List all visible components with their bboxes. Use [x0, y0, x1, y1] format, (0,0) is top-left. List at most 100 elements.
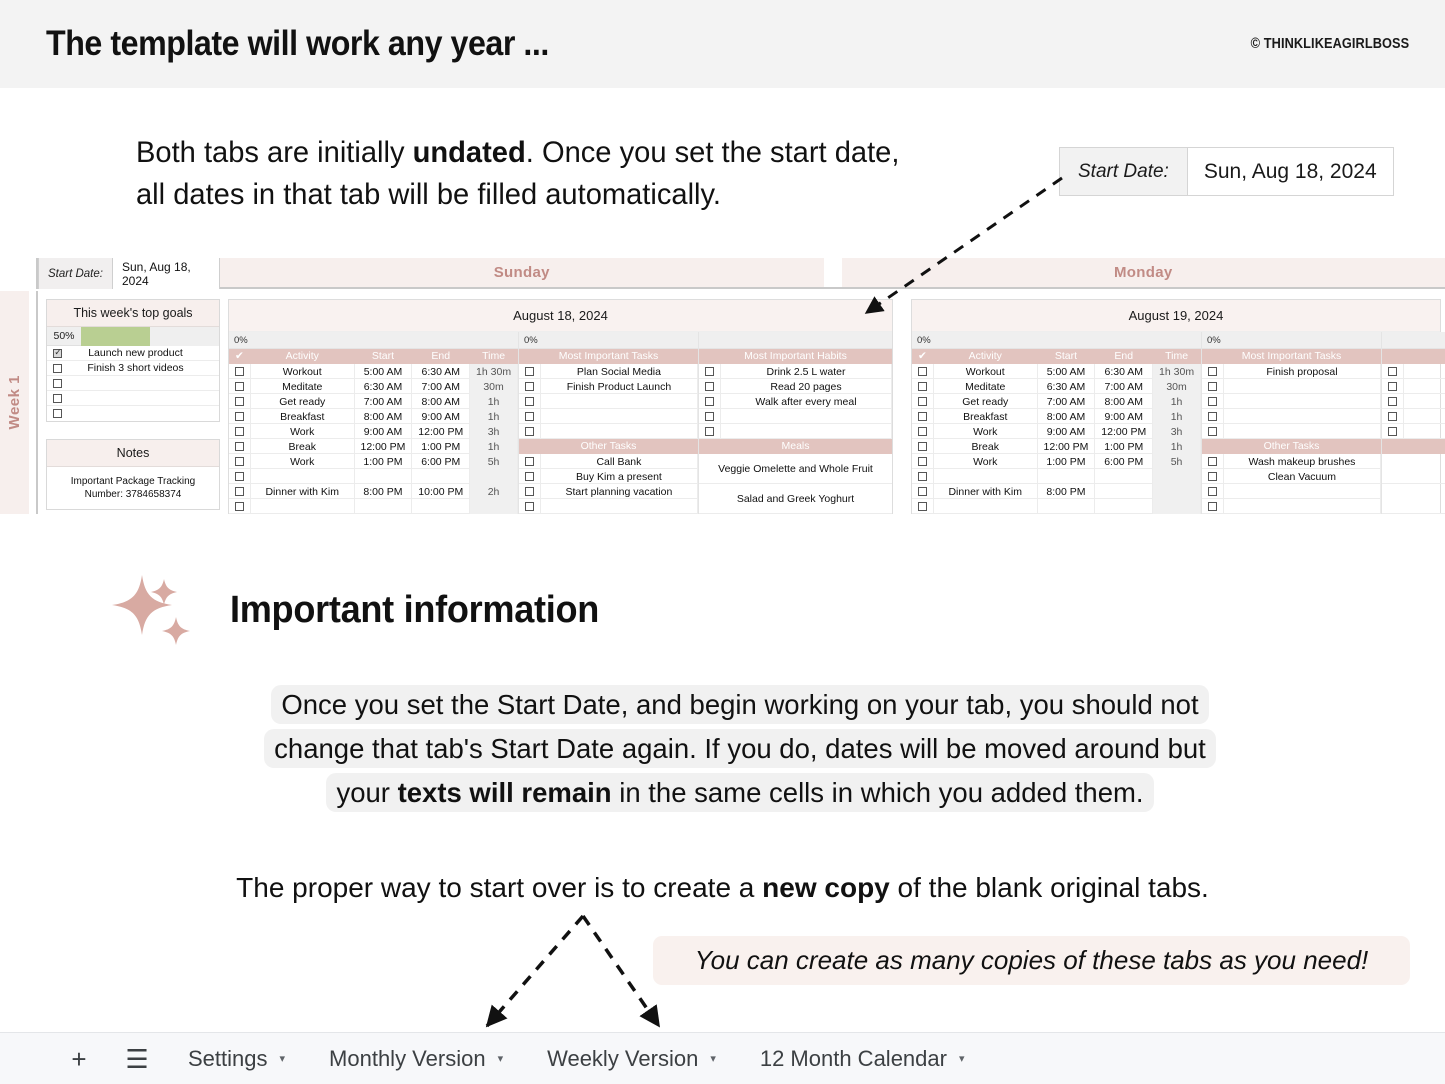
task-row[interactable]	[699, 424, 892, 439]
activity-name-cell[interactable]	[934, 499, 1038, 514]
activity-check-cell[interactable]	[912, 424, 934, 439]
activity-start-cell[interactable]: 8:00 PM	[1038, 484, 1096, 499]
task-check-cell[interactable]	[699, 394, 721, 409]
activity-row[interactable]: Breakfast 8:00 AM 9:00 AM 1h	[912, 409, 1201, 424]
activity-start-cell[interactable]: 8:00 AM	[355, 409, 413, 424]
activity-time-cell[interactable]: 1h	[470, 394, 518, 409]
checkbox-icon[interactable]	[234, 487, 244, 496]
meal-cell[interactable]: Salad and Greek Yoghurt	[699, 484, 892, 514]
other-task-cell[interactable]: Wash makeup brushes	[1224, 454, 1381, 469]
activity-name-cell[interactable]: Work	[934, 454, 1038, 469]
checkbox-icon[interactable]	[53, 393, 62, 403]
task-row[interactable]: Plan Social Media	[519, 364, 698, 379]
task-row[interactable]: Finish Product Launch	[519, 379, 698, 394]
task-check-cell[interactable]	[1382, 424, 1404, 439]
activity-start-cell[interactable]	[355, 499, 413, 514]
activity-time-cell[interactable]: 1h 30m	[1153, 364, 1201, 379]
goal-row[interactable]	[47, 406, 219, 421]
activity-name-cell[interactable]: Dinner with Kim	[251, 484, 355, 499]
activity-time-cell[interactable]: 1h	[470, 409, 518, 424]
activity-name-cell[interactable]	[934, 469, 1038, 484]
activity-name-cell[interactable]: Work	[251, 454, 355, 469]
task-check-cell[interactable]	[519, 409, 541, 424]
task-check-cell[interactable]	[1202, 454, 1224, 469]
task-check-cell[interactable]	[519, 484, 541, 499]
activity-check-cell[interactable]	[229, 379, 251, 394]
checkbox-icon[interactable]	[1207, 397, 1217, 406]
most-important-task-cell[interactable]	[541, 394, 698, 409]
activity-end-cell[interactable]: 6:00 PM	[1095, 454, 1154, 469]
activity-row[interactable]: Break 12:00 PM 1:00 PM 1h	[912, 439, 1201, 454]
task-check-cell[interactable]	[699, 424, 721, 439]
task-check-cell[interactable]	[1202, 484, 1224, 499]
habit-cell[interactable]: Drink 2.5 L water	[721, 364, 892, 379]
activity-time-cell[interactable]: 1h	[1153, 439, 1201, 454]
task-check-cell[interactable]	[1202, 499, 1224, 514]
task-check-cell[interactable]	[519, 394, 541, 409]
activity-name-cell[interactable]: Break	[934, 439, 1038, 454]
task-row[interactable]: Clean Vacuum	[1202, 469, 1381, 484]
activity-check-cell[interactable]	[229, 499, 251, 514]
activity-time-cell[interactable]	[470, 499, 518, 514]
meal-row[interactable]: Veggie O	[1382, 454, 1445, 484]
activity-time-cell[interactable]: 1h	[1153, 409, 1201, 424]
activity-name-cell[interactable]: Breakfast	[251, 409, 355, 424]
checkbox-icon[interactable]	[524, 412, 534, 421]
activity-start-cell[interactable]: 1:00 PM	[1038, 454, 1096, 469]
activity-start-cell[interactable]: 9:00 AM	[1038, 424, 1096, 439]
checkbox-icon[interactable]	[1207, 412, 1217, 421]
activity-row[interactable]: Workout 5:00 AM 6:30 AM 1h 30m	[229, 364, 518, 379]
checkbox-icon[interactable]	[1207, 487, 1217, 496]
activity-row[interactable]	[229, 499, 518, 514]
chevron-down-icon[interactable]: ▾	[498, 1052, 504, 1065]
activity-row[interactable]: Break 12:00 PM 1:00 PM 1h	[229, 439, 518, 454]
task-row[interactable]	[519, 499, 698, 514]
add-sheet-icon[interactable]: +	[50, 1046, 108, 1072]
other-task-cell[interactable]: Start planning vacation	[541, 484, 698, 499]
activity-time-cell[interactable]: 30m	[470, 379, 518, 394]
task-check-cell[interactable]	[1382, 409, 1404, 424]
task-check-cell[interactable]	[1202, 469, 1224, 484]
checkbox-icon[interactable]	[234, 367, 244, 376]
task-check-cell[interactable]	[1382, 394, 1404, 409]
task-check-cell[interactable]	[519, 499, 541, 514]
activity-end-cell[interactable]: 9:00 AM	[412, 409, 471, 424]
checkbox-icon[interactable]	[917, 442, 927, 451]
checkbox-icon[interactable]	[234, 427, 244, 436]
activity-time-cell[interactable]: 1h 30m	[470, 364, 518, 379]
checkbox-icon[interactable]	[705, 382, 714, 391]
activity-check-cell[interactable]	[229, 484, 251, 499]
checkbox-icon[interactable]	[917, 487, 927, 496]
checkbox-checked-icon[interactable]	[53, 347, 62, 358]
sheet-start-date-value[interactable]: Sun, Aug 18, 2024	[113, 258, 219, 289]
task-row[interactable]: Start planning vacation	[519, 484, 698, 499]
activity-start-cell[interactable]	[1038, 469, 1096, 484]
activity-start-cell[interactable]: 8:00 AM	[1038, 409, 1096, 424]
activity-name-cell[interactable]: Breakfast	[934, 409, 1038, 424]
activity-end-cell[interactable]: 8:00 AM	[412, 394, 471, 409]
checkbox-icon[interactable]	[917, 457, 927, 466]
activity-end-cell[interactable]: 6:30 AM	[412, 364, 471, 379]
activity-name-cell[interactable]: Get ready	[934, 394, 1038, 409]
other-task-cell[interactable]: Buy Kim a present	[541, 469, 698, 484]
activity-row[interactable]: Meditate 6:30 AM 7:00 AM 30m	[912, 379, 1201, 394]
activity-end-cell[interactable]: 7:00 AM	[1095, 379, 1154, 394]
activity-row[interactable]: Get ready 7:00 AM 8:00 AM 1h	[912, 394, 1201, 409]
checkbox-icon[interactable]	[234, 457, 244, 466]
goal-row[interactable]: Launch new product	[47, 346, 219, 361]
activity-start-cell[interactable]: 6:30 AM	[1038, 379, 1096, 394]
task-check-cell[interactable]	[1202, 364, 1224, 379]
activity-start-cell[interactable]: 7:00 AM	[355, 394, 413, 409]
activity-end-cell[interactable]	[1095, 484, 1154, 499]
checkbox-icon[interactable]	[524, 487, 534, 496]
activity-row[interactable]	[912, 469, 1201, 484]
activity-time-cell[interactable]: 5h	[470, 454, 518, 469]
task-check-cell[interactable]	[1202, 424, 1224, 439]
activity-end-cell[interactable]: 8:00 AM	[1095, 394, 1154, 409]
activity-time-cell[interactable]	[1153, 469, 1201, 484]
checkbox-icon[interactable]	[917, 502, 927, 511]
activity-row[interactable]: Work 1:00 PM 6:00 PM 5h	[912, 454, 1201, 469]
habit-cell[interactable]	[721, 424, 892, 439]
checkbox-icon[interactable]	[1388, 427, 1397, 436]
most-important-task-cell[interactable]	[1224, 424, 1381, 439]
